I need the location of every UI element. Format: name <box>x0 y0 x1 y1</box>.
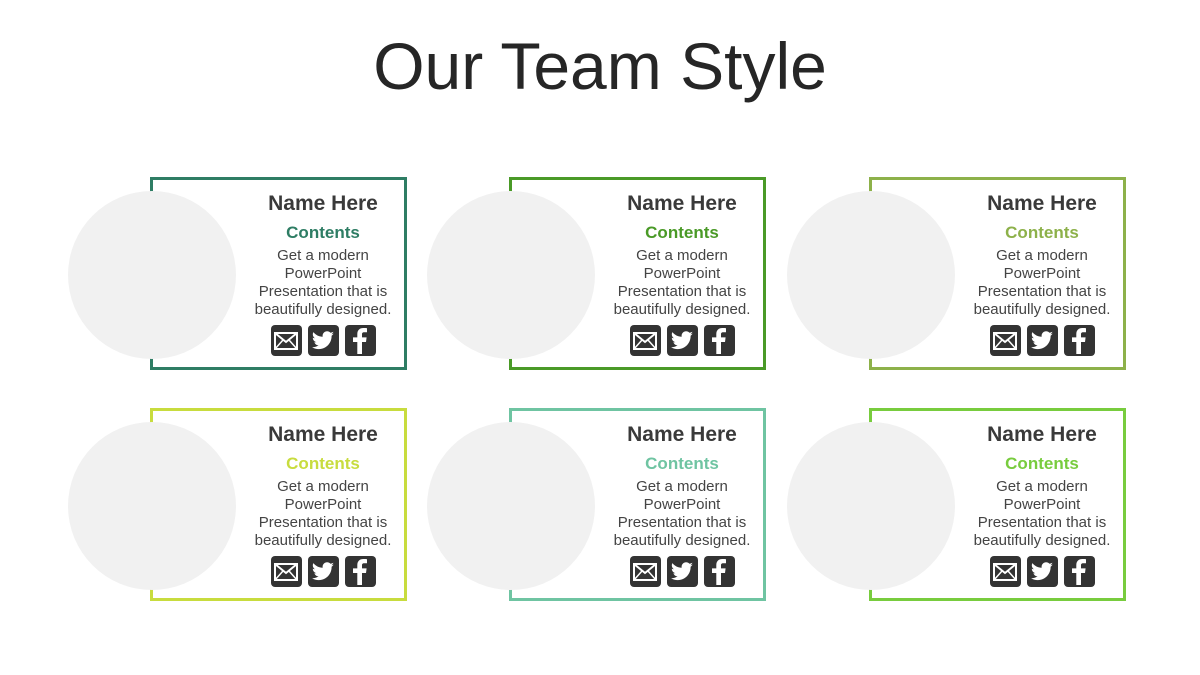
member-description: Get a modern PowerPoint Presentation tha… <box>957 247 1127 319</box>
desc-line: Presentation that is <box>258 283 388 300</box>
social-links <box>597 556 767 587</box>
desc-line: Presentation that is <box>617 283 747 300</box>
member-description: Get a modern PowerPoint Presentation tha… <box>238 478 408 550</box>
mail-icon[interactable] <box>989 556 1021 587</box>
desc-line: PowerPoint <box>643 265 721 282</box>
slide-title: Our Team Style <box>373 29 827 103</box>
team-card: Name Here Contents Get a modern PowerPoi… <box>787 408 1131 606</box>
twitter-icon[interactable] <box>307 556 339 587</box>
facebook-icon[interactable] <box>344 556 376 587</box>
twitter-icon[interactable] <box>307 325 339 356</box>
facebook-icon[interactable] <box>703 556 735 587</box>
desc-line: beautifully designed. <box>973 301 1111 318</box>
desc-line: beautifully designed. <box>254 301 392 318</box>
member-name: Name Here <box>268 423 378 446</box>
photo-placeholder <box>427 191 595 359</box>
member-contents: Contents <box>1005 454 1079 473</box>
desc-line: Get a modern <box>277 478 369 495</box>
desc-line: Get a modern <box>636 478 728 495</box>
social-links <box>957 556 1127 587</box>
desc-line: Get a modern <box>996 478 1088 495</box>
photo-placeholder <box>68 422 236 590</box>
social-links <box>238 556 408 587</box>
facebook-icon[interactable] <box>1063 325 1095 356</box>
member-description: Get a modern PowerPoint Presentation tha… <box>957 478 1127 550</box>
desc-line: Get a modern <box>277 247 369 264</box>
member-contents: Contents <box>286 454 360 473</box>
mail-icon[interactable] <box>270 556 302 587</box>
photo-placeholder <box>427 422 595 590</box>
card-info: Name Here Contents Get a modern PowerPoi… <box>238 420 408 587</box>
facebook-icon[interactable] <box>344 325 376 356</box>
desc-line: Get a modern <box>636 247 728 264</box>
twitter-icon[interactable] <box>666 556 698 587</box>
member-description: Get a modern PowerPoint Presentation tha… <box>597 247 767 319</box>
photo-placeholder <box>68 191 236 359</box>
mail-icon[interactable] <box>629 556 661 587</box>
team-card: Name Here Contents Get a modern PowerPoi… <box>68 177 412 375</box>
member-description: Get a modern PowerPoint Presentation tha… <box>238 247 408 319</box>
member-contents: Contents <box>1005 223 1079 242</box>
card-info: Name Here Contents Get a modern PowerPoi… <box>957 189 1127 356</box>
desc-line: beautifully designed. <box>613 532 751 549</box>
member-name: Name Here <box>987 192 1097 215</box>
team-card: Name Here Contents Get a modern PowerPoi… <box>427 177 771 375</box>
mail-icon[interactable] <box>629 325 661 356</box>
card-info: Name Here Contents Get a modern PowerPoi… <box>597 189 767 356</box>
card-info: Name Here Contents Get a modern PowerPoi… <box>957 420 1127 587</box>
facebook-icon[interactable] <box>1063 556 1095 587</box>
team-card: Name Here Contents Get a modern PowerPoi… <box>787 177 1131 375</box>
desc-line: Presentation that is <box>258 514 388 531</box>
mail-icon[interactable] <box>989 325 1021 356</box>
twitter-icon[interactable] <box>666 325 698 356</box>
member-name: Name Here <box>627 192 737 215</box>
desc-line: beautifully designed. <box>613 301 751 318</box>
desc-line: Presentation that is <box>977 514 1107 531</box>
social-links <box>238 325 408 356</box>
twitter-icon[interactable] <box>1026 325 1058 356</box>
team-card: Name Here Contents Get a modern PowerPoi… <box>68 408 412 606</box>
desc-line: PowerPoint <box>1003 496 1081 513</box>
member-description: Get a modern PowerPoint Presentation tha… <box>597 478 767 550</box>
member-contents: Contents <box>286 223 360 242</box>
team-card: Name Here Contents Get a modern PowerPoi… <box>427 408 771 606</box>
social-links <box>957 325 1127 356</box>
facebook-icon[interactable] <box>703 325 735 356</box>
card-info: Name Here Contents Get a modern PowerPoi… <box>238 189 408 356</box>
desc-line: beautifully designed. <box>254 532 392 549</box>
social-links <box>597 325 767 356</box>
photo-placeholder <box>787 422 955 590</box>
mail-icon[interactable] <box>270 325 302 356</box>
member-name: Name Here <box>268 192 378 215</box>
desc-line: PowerPoint <box>284 265 362 282</box>
desc-line: Get a modern <box>996 247 1088 264</box>
photo-placeholder <box>787 191 955 359</box>
desc-line: beautifully designed. <box>973 532 1111 549</box>
member-contents: Contents <box>645 454 719 473</box>
card-info: Name Here Contents Get a modern PowerPoi… <box>597 420 767 587</box>
desc-line: PowerPoint <box>1003 265 1081 282</box>
desc-line: PowerPoint <box>284 496 362 513</box>
member-name: Name Here <box>627 423 737 446</box>
twitter-icon[interactable] <box>1026 556 1058 587</box>
desc-line: PowerPoint <box>643 496 721 513</box>
desc-line: Presentation that is <box>617 514 747 531</box>
desc-line: Presentation that is <box>977 283 1107 300</box>
member-contents: Contents <box>645 223 719 242</box>
member-name: Name Here <box>987 423 1097 446</box>
